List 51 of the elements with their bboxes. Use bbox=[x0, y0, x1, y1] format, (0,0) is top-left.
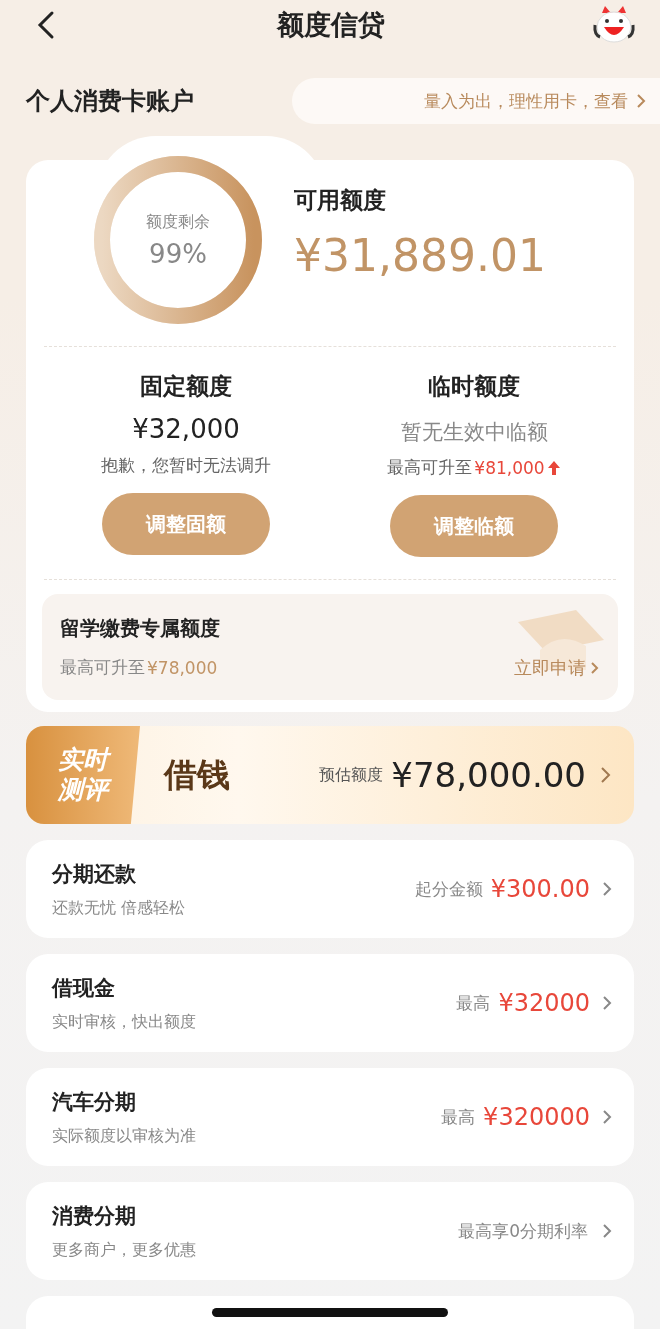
chevron-icon bbox=[590, 661, 600, 675]
study-quota-panel[interactable]: 留学缴费专属额度 最高可升至¥78,000 立即申请 bbox=[42, 594, 618, 700]
study-quota-note: 最高可升至 bbox=[60, 656, 145, 679]
service-title: 分期还款 bbox=[52, 860, 137, 888]
temp-quota-max: ¥81,000 bbox=[474, 457, 545, 478]
ring-percent: 99% bbox=[149, 238, 207, 269]
temp-quota-status: 暂无生效中临额 bbox=[400, 419, 548, 446]
service-label: 最高享0分期利率 bbox=[458, 1219, 588, 1243]
fixed-quota-amount: ¥32,000 bbox=[132, 414, 240, 444]
chevron-icon bbox=[602, 1109, 612, 1125]
chevron-icon bbox=[636, 93, 646, 109]
temp-quota-title: 临时额度 bbox=[428, 372, 520, 401]
page-title: 额度信贷 bbox=[275, 8, 386, 42]
loan-title: 借钱 bbox=[164, 753, 231, 796]
service-label: 最高 bbox=[456, 991, 491, 1015]
service-card[interactable]: 分期还款 还款无忧 倍感轻松 起分金额 ¥300.00 bbox=[26, 840, 634, 938]
service-subtitle: 还款无忧 倍感轻松 bbox=[52, 897, 187, 919]
service-card[interactable]: 汽车分期 实际额度以审核为准 最高 ¥320000 bbox=[26, 1068, 634, 1166]
mascot-icon[interactable] bbox=[592, 5, 636, 45]
ring-label: 额度剩余 bbox=[146, 211, 210, 233]
service-title: 汽车分期 bbox=[52, 1088, 137, 1116]
service-amount: ¥320000 bbox=[483, 1103, 590, 1131]
chevron-icon bbox=[602, 1223, 612, 1239]
available-amount: ¥31,889.01 bbox=[294, 230, 546, 281]
available-label: 可用额度 bbox=[294, 186, 387, 215]
service-subtitle: 实际额度以审核为准 bbox=[52, 1125, 197, 1147]
service-label: 起分金额 bbox=[414, 877, 483, 901]
study-quota-max: ¥78,000 bbox=[147, 657, 218, 678]
estimate-amount: ¥78,000.00 bbox=[391, 755, 586, 795]
back-icon[interactable] bbox=[36, 10, 56, 40]
service-amount: ¥32000 bbox=[498, 989, 590, 1017]
study-quota-title: 留学缴费专属额度 bbox=[60, 615, 220, 642]
service-label: 最高 bbox=[441, 1105, 476, 1129]
fixed-quota-note: 抱歉，您暂时无法调升 bbox=[101, 454, 271, 477]
service-title: 借现金 bbox=[52, 974, 116, 1002]
estimate-label: 预估额度 bbox=[319, 764, 384, 786]
chevron-icon bbox=[600, 766, 612, 784]
service-card[interactable]: 消费分期 更多商户，更多优惠 最高享0分期利率 bbox=[26, 1182, 634, 1280]
service-subtitle: 更多商户，更多优惠 bbox=[52, 1239, 197, 1261]
realtime-badge: 实时 测评 bbox=[26, 726, 140, 824]
section-title: 个人消费卡账户 bbox=[26, 86, 194, 117]
fixed-quota-title: 固定额度 bbox=[140, 372, 232, 401]
chevron-icon bbox=[602, 881, 612, 897]
service-card[interactable]: 借现金 实时审核，快出额度 最高 ¥32000 bbox=[26, 954, 634, 1052]
service-amount: ¥300.00 bbox=[490, 875, 590, 903]
temp-quota-note: 最高可升至 bbox=[387, 456, 473, 479]
service-subtitle: 实时审核，快出额度 bbox=[52, 1011, 197, 1033]
chevron-icon bbox=[602, 995, 612, 1011]
service-title: 消费分期 bbox=[52, 1202, 137, 1230]
up-arrow-icon bbox=[546, 459, 561, 476]
loan-banner[interactable]: 实时 测评 借钱 预估额度 ¥78,000.00 bbox=[26, 726, 634, 824]
